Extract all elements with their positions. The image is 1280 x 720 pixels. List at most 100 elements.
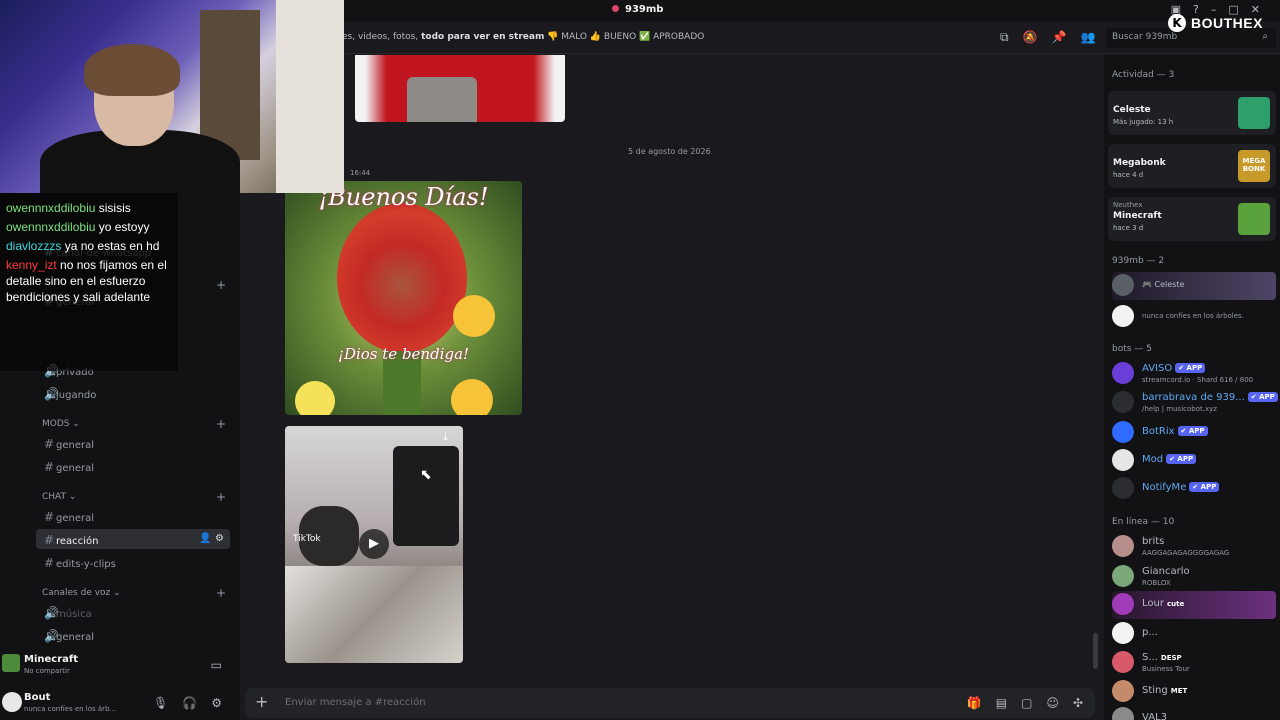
apps-icon[interactable]: ✣ [1073, 696, 1083, 710]
bot-name: AVISO [1142, 363, 1173, 374]
member-item[interactable]: S... DESP Business Tour [1112, 649, 1276, 677]
smiling-emoji-icon [453, 295, 495, 337]
text-channel-icon: # [44, 556, 55, 570]
member-status: AAGGAGAGAGGGGAGAG [1142, 549, 1230, 557]
stream-icon[interactable]: ▭ [211, 658, 222, 672]
channel-topic[interactable]: es, videos, fotos, todo para ver en stre… [342, 32, 704, 42]
member-name: AVISO ✔ APP [1142, 363, 1206, 374]
add-attachment-icon[interactable]: + [255, 692, 268, 711]
avatar [1112, 593, 1134, 615]
member-status: /help | musicobot.xyz [1142, 405, 1217, 413]
activity-panel[interactable]: Minecraft No compartir ▭ [0, 648, 240, 680]
member-status: 🎮 Celeste [1142, 280, 1185, 289]
activity-card[interactable]: Megabonk hace 4 d MEGA BONK [1108, 144, 1276, 188]
avatar[interactable] [2, 692, 22, 712]
play-icon[interactable]: ▶ [359, 529, 389, 559]
voice-channel-musica[interactable]: 🔊música [36, 602, 230, 622]
member-item[interactable]: 🎮 Celeste [1112, 272, 1276, 300]
gif-icon[interactable]: ▤ [996, 696, 1007, 710]
member-status: ROBLOX [1142, 579, 1171, 587]
category-mods[interactable]: MODS ⌄ + [42, 417, 226, 431]
pin-icon[interactable]: 📌 [1052, 30, 1067, 45]
channel-item-mods-general-2[interactable]: # general [36, 456, 230, 476]
text-channel-icon: # [44, 510, 55, 524]
image-bottom-text: ¡Dios te bendiga! [337, 345, 470, 363]
avatar [1112, 391, 1134, 413]
voice-channel-general[interactable]: 🔊general [36, 625, 230, 645]
gear-icon[interactable]: ⚙ [211, 696, 222, 710]
text-channel-icon: # [44, 533, 55, 547]
grass-block-icon [1238, 203, 1270, 235]
image-attachment-top[interactable] [355, 55, 565, 122]
add-channel-icon[interactable]: + [216, 490, 226, 504]
date-divider: 5 de agosto de 2026 [628, 147, 711, 156]
member-item[interactable]: brits AAGGAGAGAGGGGAGAG [1112, 533, 1276, 561]
member-item[interactable]: p... [1112, 620, 1276, 648]
topic-prefix: es, videos, fotos, [342, 32, 419, 42]
member-list-icon[interactable]: 👥 [1080, 30, 1095, 45]
member-item-bot[interactable]: BotRix ✔ APP [1112, 419, 1276, 447]
video-blanket [285, 566, 463, 663]
channel-item-edits[interactable]: # edits-y-clips [36, 552, 230, 572]
activity-card[interactable]: Neuthex Minecraft hace 3 d [1108, 197, 1276, 241]
avatar [1112, 651, 1134, 673]
threads-icon[interactable]: ⧉ [1000, 30, 1009, 45]
member-name-text: S... [1142, 652, 1158, 663]
chat-user: diavlozzzs [6, 239, 62, 253]
member-tag: cute [1166, 600, 1185, 608]
download-icon[interactable]: ⤓ [443, 430, 448, 444]
member-item-bot[interactable]: NotifyMe ✔ APP [1112, 475, 1276, 503]
channel-label: jugando [56, 390, 97, 401]
category-label: MODS [42, 419, 70, 429]
user-controls: 🎙 🎧 ⚙ [153, 696, 222, 710]
bots-section-header: bots — 5 [1112, 344, 1152, 354]
blushing-emoji-icon [451, 379, 493, 415]
brand-logo-icon: K [1168, 14, 1186, 32]
category-voice[interactable]: Canales de voz ⌄ + [42, 586, 226, 600]
member-name-text: Sting [1142, 685, 1168, 696]
scrollbar[interactable] [1093, 633, 1098, 669]
add-channel-icon[interactable]: + [216, 417, 226, 431]
video-bag [393, 446, 459, 546]
notifications-icon[interactable]: 🔕 [1023, 30, 1038, 45]
image-attachment-rose[interactable]: ¡Buenos Días! ¡Dios te bendiga! [285, 181, 522, 415]
member-item[interactable]: Sting MET [1112, 678, 1276, 706]
voice-channel-jugando[interactable]: 🔊jugando [36, 383, 230, 403]
sticker-icon[interactable]: ▢ [1021, 696, 1032, 710]
header-toolbar: ⧉ 🔕 📌 👥 [1000, 30, 1095, 45]
headphones-icon[interactable]: 🎧 [182, 696, 197, 710]
invite-icon[interactable]: 👤 [199, 533, 211, 544]
role-section-header: 939mb — 2 [1112, 256, 1165, 266]
video-attachment[interactable]: TikTok ▶ ⤓ [285, 426, 463, 663]
channel-label: música [56, 609, 92, 620]
avatar [1112, 535, 1134, 557]
member-item-bot[interactable]: AVISO ✔ APP streamcord.io · Shard 616 / 8… [1112, 360, 1276, 388]
text-channel-icon: # [44, 460, 55, 474]
bot-name: NotifyMe [1142, 482, 1187, 493]
member-item[interactable]: Giancarlo ROBLOX [1112, 563, 1276, 591]
gift-icon[interactable]: 🎁 [967, 696, 982, 710]
channel-item-reaccion[interactable]: # reacción 👤 ⚙ [36, 529, 230, 549]
member-item[interactable]: Lour cute [1112, 591, 1276, 619]
member-item-bot[interactable]: barrabrava de 939... ✔ APP /help | musico… [1112, 389, 1278, 417]
member-status: Business Tour [1142, 665, 1190, 673]
member-item[interactable]: VAL3 [1112, 705, 1276, 720]
chat-message: kenny_izt no nos fijamos en el detalle s… [6, 257, 172, 305]
member-item[interactable]: nunca confíes en los árboles. [1112, 303, 1276, 331]
add-channel-icon[interactable]: + [216, 586, 226, 600]
avatar [1112, 565, 1134, 587]
message-composer[interactable]: + Enviar mensaje a #reacción 🎁 ▤ ▢ ☺ ✣ [245, 688, 1095, 718]
channel-item-chat-general[interactable]: # general [36, 506, 230, 526]
activity-card[interactable]: Celeste Más jugado: 13 h [1108, 91, 1276, 135]
user-status: nunca confíes en los árb... [24, 705, 117, 713]
chat-user: kenny_izt [6, 258, 57, 272]
member-item-bot[interactable]: Mod ✔ APP [1112, 447, 1276, 475]
category-chat[interactable]: CHAT ⌄ + [42, 490, 226, 504]
avatar [1112, 305, 1134, 327]
emoji-icon[interactable]: ☺ [1046, 696, 1059, 710]
gear-icon[interactable]: ⚙ [215, 533, 224, 544]
user-name[interactable]: Bout [24, 692, 50, 703]
server-title: 939mb [612, 4, 663, 15]
channel-item-mods-general-1[interactable]: # general [36, 433, 230, 453]
microphone-icon[interactable]: 🎙 [153, 696, 168, 710]
